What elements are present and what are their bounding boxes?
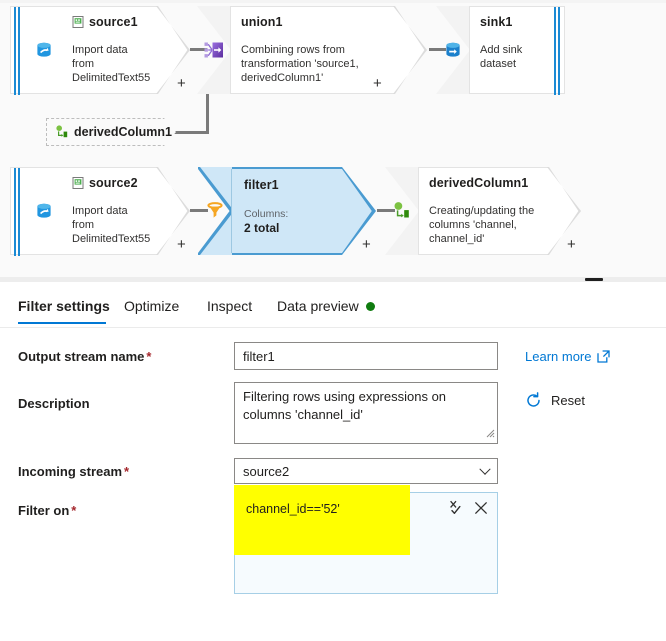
node-title-text: source1 [89,15,138,29]
tab-label: Data preview [277,298,359,314]
sink-database-icon [436,6,470,94]
tab-label: Inspect [207,298,253,314]
node-title-text: sink1 [480,15,513,29]
filter-funnel-icon [198,167,232,255]
expression-toolbar [449,500,488,515]
expression-validate-icon[interactable] [449,500,464,515]
reset-button[interactable]: Reset [525,392,585,409]
node-body: source2 Import data from DelimitedText55 [62,167,156,255]
learn-more-link[interactable]: Learn more [525,349,611,364]
settings-tablist: Filter settings Optimize Inspect Data pr… [0,290,666,324]
node-title: derivedColumn1 [429,176,537,190]
add-transformation-button-derivedcolumn1[interactable]: + [567,237,576,252]
transformation-settings-panel: Filter settings Optimize Inspect Data pr… [0,282,666,641]
learn-more-label: Learn more [525,349,592,364]
node-derivedcolumn1[interactable]: derivedColumn1 Creating/updating the col… [385,167,581,255]
node-title: union1 [241,15,383,29]
incoming-stream-select[interactable]: source2 [234,458,498,484]
node-selection-bar [10,167,26,256]
node-derivedcolumn1-reference[interactable]: derivedColumn1 [46,118,176,146]
node-selection-bar [549,6,565,95]
node-title-text: source2 [89,176,138,190]
node-body: filter1 Columns: 2 total [232,167,342,255]
tab-filter-settings[interactable]: Filter settings [18,290,110,324]
tab-data-preview[interactable]: Data preview [277,290,382,322]
node-selection-bar [10,6,26,95]
add-transformation-button-source1[interactable]: + [177,76,186,91]
incoming-stream-dropdown[interactable]: source2 [234,458,498,484]
required-marker: * [146,349,152,364]
node-source1[interactable]: source1 Import data from DelimitedText55… [10,6,190,95]
node-body: source1 Import data from DelimitedText55 [62,6,156,94]
node-title: source2 [72,176,146,190]
derived-column-icon [55,125,69,139]
node-subtitle: Add sink dataset [480,44,523,70]
source-dataset-icon [26,6,62,94]
required-marker: * [71,503,77,518]
node-title-text: derivedColumn1 [429,176,529,190]
canvas-top-edge [0,0,666,3]
incoming-stream-label: Incoming stream * [18,464,130,479]
add-transformation-button-filter1[interactable]: + [362,237,371,252]
node-subtitle: Combining rows from transformation 'sour… [241,44,359,84]
dataset-file-icon [72,177,84,189]
node-columns-label: Columns: [244,208,289,220]
external-link-icon [597,350,611,363]
description-resize-grip[interactable] [485,428,495,441]
tab-label: Optimize [124,298,180,314]
union-icon [197,6,231,94]
node-subtitle: Import data from DelimitedText55 [72,205,151,245]
description-textarea[interactable] [234,382,498,444]
tabs-separator [0,327,666,328]
reset-label: Reset [551,393,585,408]
node-subtitle: Import data from DelimitedText55 [72,44,151,84]
dataset-file-icon [72,16,84,28]
node-title-text: union1 [241,15,283,29]
filter-on-label: Filter on * [18,503,77,518]
data-flow-canvas[interactable]: source1 Import data from DelimitedText55… [0,0,666,278]
node-title-text: derivedColumn1 [74,125,172,139]
derived-column-icon [385,167,419,255]
node-source2[interactable]: source2 Import data from DelimitedText55… [10,167,190,256]
panel-resize-handle[interactable] [585,278,603,281]
output-stream-name-input[interactable] [234,342,498,370]
add-transformation-button-union1[interactable]: + [373,76,382,91]
tab-label: Filter settings [18,298,110,314]
add-transformation-button-source2[interactable]: + [177,237,186,252]
connector-derivedcolumn-union-vertical [206,94,209,134]
node-title: source1 [72,15,146,29]
expression-text-cursor [390,517,391,539]
close-icon[interactable] [474,501,488,515]
flow-row-1: source1 Import data from DelimitedText55… [10,6,565,95]
connector-derivedcolumn-union-horizontal [172,131,209,134]
node-title-text: filter1 [244,178,279,192]
description-label: Description [18,396,90,411]
node-sink1[interactable]: sink1 Add sink dataset [393,6,565,95]
tab-active-underline [18,322,106,324]
node-body: derivedColumn1 Creating/updating the col… [419,167,547,255]
flow-row-2: source2 Import data from DelimitedText55… [10,167,581,256]
node-body: sink1 Add sink dataset [470,6,553,94]
tab-optimize[interactable]: Optimize [124,290,189,322]
node-subtitle: Creating/updating the columns 'channel, … [429,205,535,245]
node-title: sink1 [480,15,543,29]
required-marker: * [124,464,130,479]
source-dataset-icon [26,167,62,255]
output-stream-name-label: Output stream name * [18,349,152,364]
node-filter1[interactable]: filter1 Columns: 2 total + [198,167,376,255]
node-columns-info: Columns: 2 total [244,208,332,235]
node-body: union1 Combining rows from transformatio… [231,6,393,94]
data-preview-status-dot [365,301,375,311]
node-title: filter1 [244,178,332,192]
tab-inspect[interactable]: Inspect [207,290,260,322]
refresh-icon [527,392,540,407]
node-columns-value: 2 total [244,221,280,235]
filter-expression-text-overlay: channel_id=='52' [246,502,340,516]
